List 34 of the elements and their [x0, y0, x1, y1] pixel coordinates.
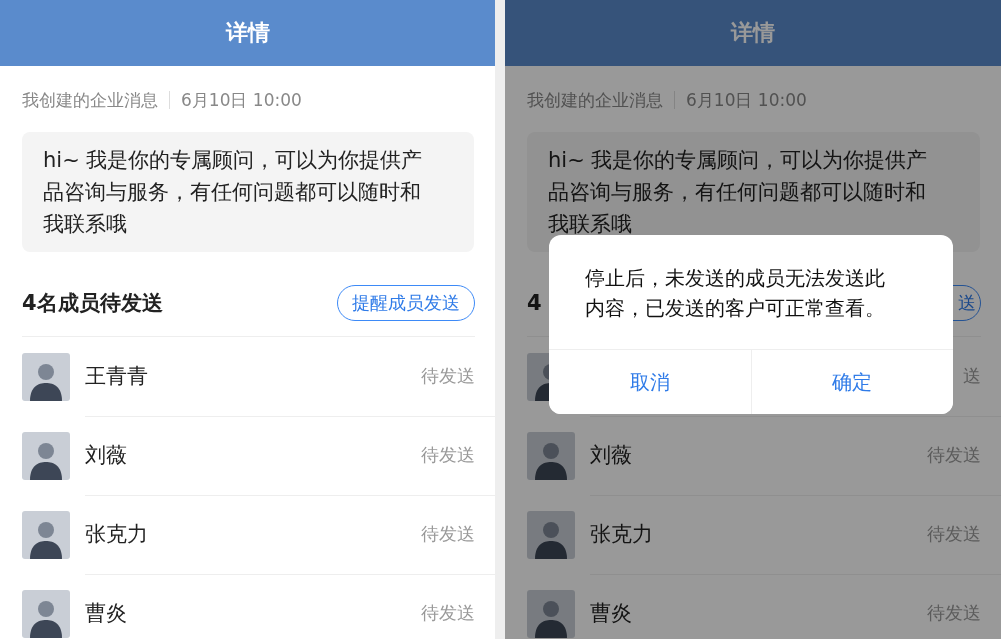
- member-name: 刘薇: [590, 442, 632, 469]
- message-time: 6月10日 10:00: [181, 88, 302, 112]
- avatar-icon: [22, 431, 70, 480]
- avatar-icon: [527, 589, 575, 638]
- dialog-message: 停止后，未发送的成员无法发送此内容，已发送的客户可正常查看。: [584, 265, 886, 322]
- send-status: 待发送: [927, 601, 981, 625]
- send-status: 待发送: [927, 443, 981, 467]
- message-time: 6月10日 10:00: [686, 88, 807, 112]
- pending-title: 4: [527, 291, 542, 315]
- send-status: 送: [963, 364, 981, 388]
- member-name: 王青青: [85, 363, 148, 390]
- member-name: 曹炎: [590, 600, 632, 627]
- screen-title: 详情: [731, 19, 775, 47]
- send-status: 待发送: [927, 522, 981, 546]
- avatar-icon: [527, 431, 575, 480]
- avatar-icon: [22, 589, 70, 638]
- screen-title: 详情: [225, 19, 270, 47]
- send-status: 待发送: [421, 443, 475, 467]
- message-bubble: hi~ 我是你的专属顾问，可以为你提供产品咨询与服务，有任何问题都可以随时和我联系哦: [22, 132, 474, 252]
- member-name: 张克力: [85, 521, 148, 548]
- remind-button[interactable]: 提醒成员发送: [337, 285, 475, 321]
- message-source: 我创建的企业消息: [527, 88, 663, 112]
- avatar-icon: [22, 510, 70, 559]
- confirm-button[interactable]: 确定: [750, 350, 953, 414]
- send-status: 待发送: [421, 364, 475, 388]
- send-status: 待发送: [421, 601, 475, 625]
- avatar-icon: [22, 352, 70, 401]
- member-name: 张克力: [590, 521, 653, 548]
- message-source: 我创建的企业消息: [22, 88, 158, 112]
- avatar-icon: [527, 510, 575, 559]
- send-status: 待发送: [421, 522, 475, 546]
- member-name: 刘薇: [85, 442, 127, 469]
- pending-title: 4名成员待发送: [22, 290, 163, 317]
- member-name: 曹炎: [85, 600, 127, 627]
